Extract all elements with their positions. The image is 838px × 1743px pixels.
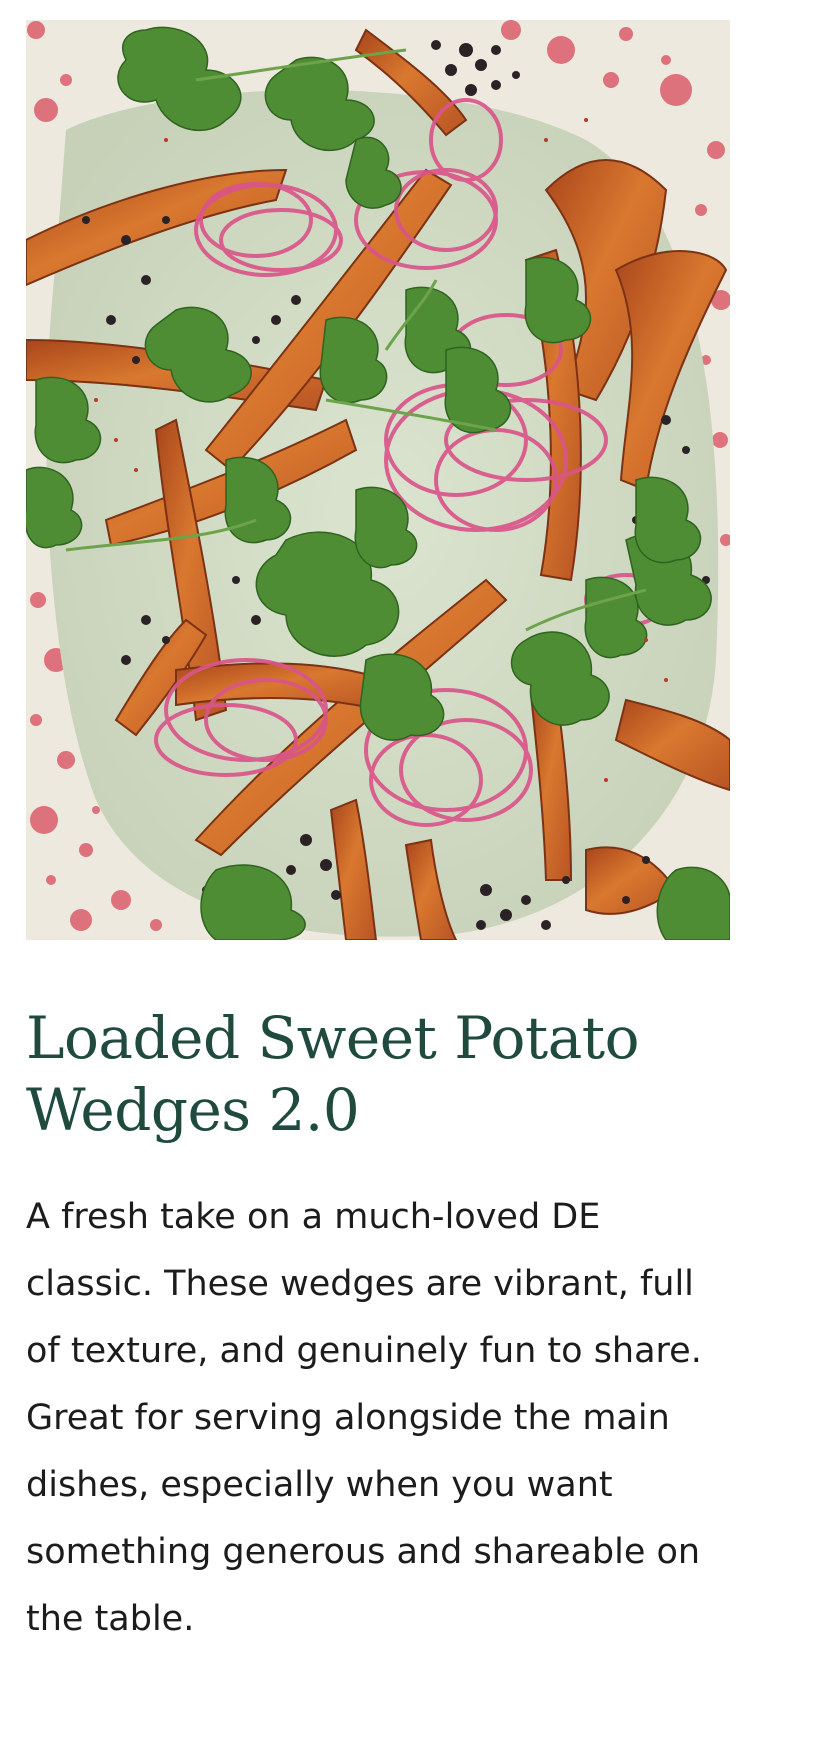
recipe-photo[interactable] (26, 20, 730, 940)
recipe-title[interactable]: Loaded Sweet Potato Wedges 2.0 (26, 1002, 646, 1146)
recipe-description: A fresh take on a much-loved DE classic.… (26, 1197, 702, 1639)
sweet-potato-wedges-image (26, 20, 730, 940)
recipe-card[interactable]: Loaded Sweet Potato Wedges 2.0 A fresh t… (26, 20, 730, 1653)
